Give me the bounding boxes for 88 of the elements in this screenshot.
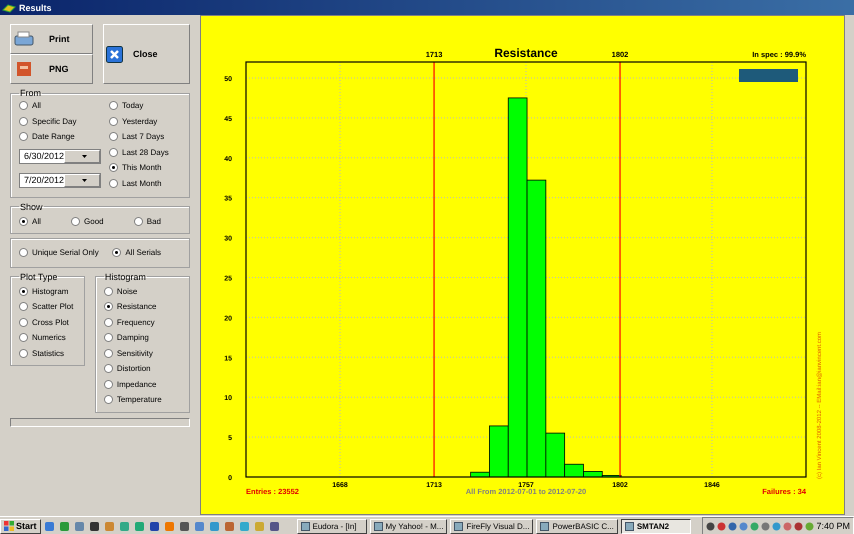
windows-logo-icon <box>4 521 14 531</box>
radio-label: Damping <box>116 333 149 342</box>
radio-button[interactable] <box>109 178 118 188</box>
radio-button[interactable] <box>109 163 118 172</box>
window-title: Results <box>19 2 52 12</box>
radio-label: Date Range <box>32 132 75 142</box>
dropdown-arrow-icon <box>82 154 87 158</box>
radio-label: Last 7 Days <box>122 132 164 142</box>
radio-button[interactable] <box>19 286 28 296</box>
radio-label: Last Month <box>122 178 162 188</box>
radio-label: Yesterday <box>122 116 158 126</box>
radio-button[interactable] <box>104 286 113 296</box>
radio-label: Specific Day <box>32 116 76 126</box>
radio-button[interactable] <box>104 333 113 342</box>
radio-label: Scatter Plot <box>32 302 74 312</box>
radio-label: All Serials <box>125 248 161 258</box>
close-button[interactable]: Close <box>103 24 190 84</box>
radio-button[interactable] <box>112 248 122 258</box>
dropdown-arrow-icon <box>82 178 87 182</box>
radio-button[interactable] <box>104 318 113 327</box>
radio-button[interactable] <box>109 132 118 142</box>
radio-button[interactable] <box>71 216 80 226</box>
radio-label: All <box>32 101 41 110</box>
radio-label: All <box>32 216 41 226</box>
radio-label: Frequency <box>116 318 155 327</box>
radio-button[interactable] <box>104 395 113 404</box>
png-button[interactable]: PNG <box>10 54 93 84</box>
radio-button[interactable] <box>104 380 113 389</box>
radio-button[interactable] <box>109 101 118 110</box>
radio-label: Statistics <box>32 348 64 358</box>
radio-label: Noise <box>116 286 138 296</box>
window-icon <box>624 522 634 530</box>
start-button[interactable]: Start <box>0 518 41 534</box>
radio-label: Resistance <box>116 302 156 312</box>
radio-label: Today <box>122 101 144 110</box>
window-icon <box>454 522 464 530</box>
group-label: From <box>19 88 42 98</box>
group-label: Show <box>19 202 44 212</box>
print-button[interactable]: Print <box>10 24 93 54</box>
date-dropdown[interactable]: 7/20/2012 <box>19 172 101 188</box>
close-icon <box>106 46 123 62</box>
radio-label: This Month <box>122 163 162 172</box>
window-icon <box>540 522 550 530</box>
taskbar-button[interactable]: SMTAN2 <box>620 518 691 534</box>
radio-button[interactable] <box>104 364 113 374</box>
radio-label: Unique Serial Only <box>32 248 99 258</box>
taskbar-button[interactable]: My Yahoo! - M... <box>370 518 448 534</box>
chart-title: Resistance <box>494 46 558 60</box>
radio-button[interactable] <box>19 101 28 110</box>
window-icon <box>374 522 383 530</box>
window-icon <box>300 522 310 530</box>
quick-launch-icon[interactable] <box>178 520 190 532</box>
taskbar-button[interactable]: FireFly Visual D... <box>450 518 534 534</box>
radio-label: Last 28 Days <box>122 148 169 157</box>
group-label: Histogram <box>104 272 147 282</box>
radio-button[interactable] <box>104 302 113 312</box>
date-dropdown[interactable]: 6/30/2012 <box>19 148 101 164</box>
radio-label: Sensitivity <box>116 348 153 358</box>
radio-label: Impedance <box>116 380 156 389</box>
printer-icon <box>13 31 35 47</box>
radio-button[interactable] <box>109 116 118 126</box>
radio-label: Numerics <box>32 333 66 342</box>
group-label: Plot Type <box>19 272 58 282</box>
radio-button[interactable] <box>19 302 28 312</box>
radio-label: Good <box>84 216 104 226</box>
radio-label: Bad <box>146 216 161 226</box>
quick-launch-icon[interactable] <box>88 520 100 532</box>
radio-label: Temperature <box>116 395 162 404</box>
clock: 7:40 PM <box>816 521 850 531</box>
taskbar-button[interactable]: Eudora - [In] <box>296 518 367 534</box>
radio-button[interactable] <box>19 116 28 126</box>
radio-label: Distortion <box>116 364 151 374</box>
taskbar-button[interactable]: PowerBASIC C... <box>536 518 618 534</box>
radio-button[interactable] <box>19 248 28 258</box>
quick-launch-icon[interactable] <box>148 520 160 532</box>
radio-button[interactable] <box>134 216 143 226</box>
radio-button[interactable] <box>19 318 28 327</box>
logo-banner <box>739 69 798 82</box>
radio-button[interactable] <box>19 132 28 142</box>
radio-button[interactable] <box>19 216 28 226</box>
radio-button[interactable] <box>19 348 28 358</box>
app-icon <box>2 2 16 12</box>
quick-launch-icon[interactable] <box>268 520 280 532</box>
radio-button[interactable] <box>104 348 113 358</box>
radio-button[interactable] <box>109 148 118 157</box>
radio-button[interactable] <box>19 333 28 342</box>
radio-label: Histogram <box>32 286 68 296</box>
radio-label: Cross Plot <box>32 318 69 327</box>
